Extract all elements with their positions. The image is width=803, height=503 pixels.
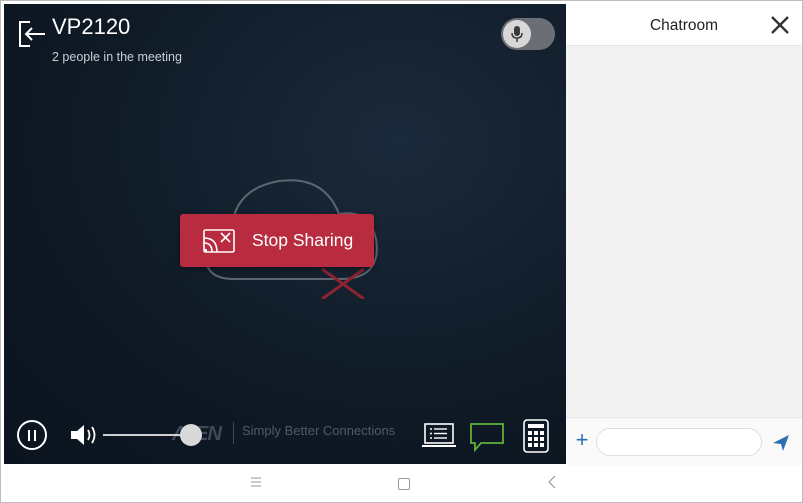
participant-count: 2 people in the meeting xyxy=(52,50,182,64)
cast-stop-icon xyxy=(203,228,235,253)
pause-icon xyxy=(28,429,30,441)
exit-meeting-button[interactable] xyxy=(18,19,46,49)
microphone-icon xyxy=(511,26,523,42)
send-icon[interactable] xyxy=(772,434,790,452)
app-frame: VP2120 2 people in the meeting Stop Shar… xyxy=(0,0,803,503)
close-icon[interactable] xyxy=(769,14,791,36)
plus-icon[interactable]: + xyxy=(572,428,592,452)
tagline: Simply Better Connections xyxy=(242,423,396,438)
keypad-icon[interactable] xyxy=(522,419,550,453)
menu-icon[interactable] xyxy=(249,475,263,489)
stop-sharing-button[interactable]: Stop Sharing xyxy=(180,214,374,267)
chat-bubble-icon[interactable] xyxy=(469,421,505,453)
stop-sharing-label: Stop Sharing xyxy=(252,230,354,250)
pause-button[interactable] xyxy=(17,420,47,450)
chat-input-bar: + xyxy=(566,417,802,465)
chat-panel: Chatroom + xyxy=(566,4,802,465)
laptop-list-icon[interactable] xyxy=(421,421,457,451)
system-nav-bar xyxy=(4,465,802,501)
speaker-icon[interactable] xyxy=(69,422,99,448)
volume-slider-handle[interactable] xyxy=(180,424,202,446)
mic-toggle[interactable] xyxy=(501,18,555,50)
mic-toggle-knob xyxy=(503,20,531,48)
back-icon[interactable] xyxy=(546,475,558,489)
meeting-title: VP2120 xyxy=(52,14,131,39)
home-icon[interactable] xyxy=(398,478,410,490)
exit-arrow-icon xyxy=(19,21,45,47)
chat-title: Chatroom xyxy=(649,17,719,34)
chat-header: Chatroom xyxy=(566,4,802,46)
meeting-view: VP2120 2 people in the meeting Stop Shar… xyxy=(4,4,566,464)
tagline-divider xyxy=(233,422,234,444)
pause-icon-bar xyxy=(34,429,36,441)
chat-message-input[interactable] xyxy=(596,428,762,456)
